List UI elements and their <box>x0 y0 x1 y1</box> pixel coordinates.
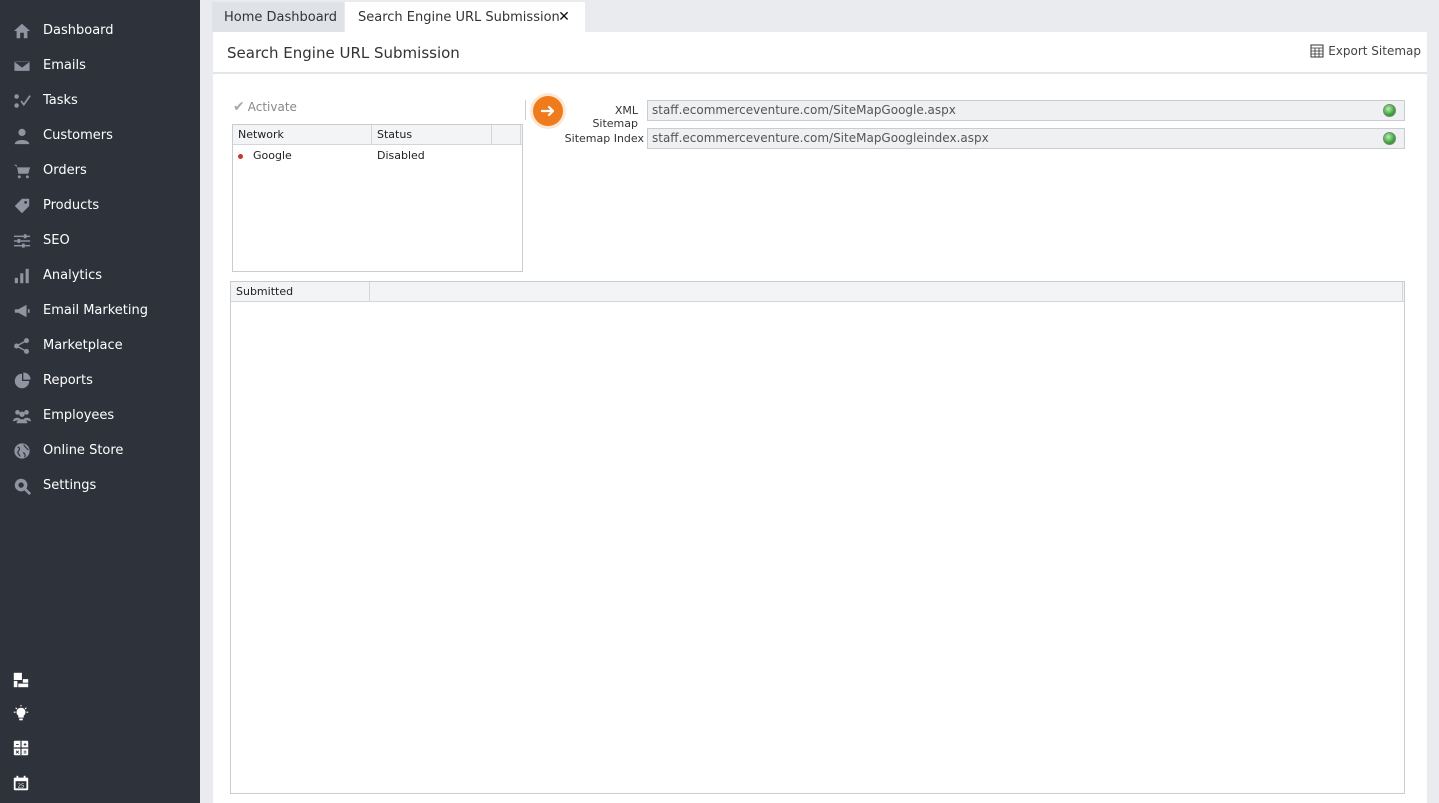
column-header-network[interactable]: Network <box>233 125 372 145</box>
svg-text:25: 25 <box>18 784 25 790</box>
sidebar-item-dashboard[interactable]: Dashboard <box>0 13 200 48</box>
divider <box>525 100 526 120</box>
tab-search-engine-url-submission[interactable]: Search Engine URL Submission ✕ <box>345 2 585 32</box>
calculator-icon[interactable] <box>11 738 31 758</box>
tab-label: Search Engine URL Submission <box>358 9 560 25</box>
submitted-grid: Submitted <box>230 281 1405 794</box>
xml-sitemap-label: XML Sitemap <box>592 104 638 130</box>
sidebar-item-products[interactable]: Products <box>0 188 200 223</box>
arrow-right-icon <box>540 105 555 117</box>
column-header-submitted[interactable]: Submitted <box>231 282 370 302</box>
table-row[interactable]: Google Disabled <box>233 146 522 166</box>
sidebar-item-customers[interactable]: Customers <box>0 118 200 153</box>
sidebar-item-label: Online Store <box>43 443 124 458</box>
sidebar-item-seo[interactable]: SEO <box>0 223 200 258</box>
windows-icon[interactable] <box>11 670 31 690</box>
tasks-icon <box>12 91 32 111</box>
network-cell: Google <box>253 149 292 162</box>
sidebar-item-orders[interactable]: Orders <box>0 153 200 188</box>
export-sitemap-button[interactable]: Export Sitemap <box>1310 44 1421 58</box>
sidebar-item-label: Orders <box>43 163 87 178</box>
network-grid: Network Status Google Disabled <box>232 124 523 272</box>
sidebar-item-marketplace[interactable]: Marketplace <box>0 328 200 363</box>
pie-chart-icon <box>12 371 32 391</box>
sitemap-index-label: Sitemap Index <box>564 132 644 145</box>
users-icon <box>12 406 32 426</box>
sidebar-item-label: Analytics <box>43 268 103 283</box>
check-icon: ✔ <box>233 99 245 115</box>
envelope-icon <box>12 56 32 76</box>
sidebar-item-emails[interactable]: Emails <box>0 48 200 83</box>
sidebar-item-online-store[interactable]: Online Store <box>0 433 200 468</box>
sidebar: Dashboard Emails Tasks Customers Orders … <box>0 0 200 803</box>
xml-sitemap-value: staff.ecommerceventure.com/SiteMapGoogle… <box>652 103 956 117</box>
tag-icon <box>12 196 32 216</box>
sidebar-item-employees[interactable]: Employees <box>0 398 200 433</box>
spreadsheet-icon <box>1310 44 1324 58</box>
status-dot-icon <box>238 154 243 159</box>
user-icon <box>12 126 32 146</box>
sitemap-index-field[interactable]: staff.ecommerceventure.com/SiteMapGoogle… <box>647 128 1405 149</box>
sidebar-item-settings[interactable]: Settings <box>0 468 200 503</box>
column-header-extra <box>370 282 1403 302</box>
column-header-extra <box>492 125 521 145</box>
activate-button[interactable]: ✔ Activate <box>233 99 297 115</box>
globe-icon <box>12 441 32 461</box>
sidebar-item-label: Reports <box>43 373 93 388</box>
bar-chart-icon <box>12 266 32 286</box>
sidebar-item-label: Tasks <box>43 93 78 108</box>
xml-sitemap-field[interactable]: staff.ecommerceventure.com/SiteMapGoogle… <box>647 100 1405 121</box>
calendar-icon[interactable]: 25 <box>11 773 31 793</box>
globe-icon[interactable] <box>1383 132 1396 145</box>
panel-header: Search Engine URL Submission Export Site… <box>213 32 1427 74</box>
export-sitemap-label: Export Sitemap <box>1328 44 1421 58</box>
main-panel: Search Engine URL Submission Export Site… <box>213 32 1427 803</box>
sidebar-item-label: Emails <box>43 58 86 73</box>
tab-label: Home Dashboard <box>224 9 338 25</box>
sidebar-item-label: Settings <box>43 478 97 493</box>
activate-label: Activate <box>247 100 297 114</box>
sidebar-item-label: Dashboard <box>43 23 114 38</box>
sidebar-item-label: SEO <box>43 233 70 248</box>
status-cell: Disabled <box>377 149 425 162</box>
tab-home-dashboard[interactable]: Home Dashboard <box>212 2 344 32</box>
sidebar-item-label: Customers <box>43 128 113 143</box>
gear-icon <box>12 476 32 496</box>
cart-icon <box>12 161 32 181</box>
globe-icon[interactable] <box>1383 104 1396 117</box>
lightbulb-icon[interactable] <box>11 704 31 724</box>
share-icon <box>12 336 32 356</box>
submit-arrow-button[interactable] <box>533 96 563 126</box>
sidebar-item-email-marketing[interactable]: Email Marketing <box>0 293 200 328</box>
home-icon <box>12 21 32 41</box>
grid-header: Network Status <box>233 125 522 145</box>
page-title: Search Engine URL Submission <box>227 44 460 62</box>
sidebar-item-analytics[interactable]: Analytics <box>0 258 200 293</box>
sidebar-item-reports[interactable]: Reports <box>0 363 200 398</box>
grid-header: Submitted <box>231 282 1404 302</box>
sidebar-item-label: Employees <box>43 408 115 423</box>
sidebar-item-label: Email Marketing <box>43 303 148 318</box>
sliders-icon <box>12 231 32 251</box>
column-header-status[interactable]: Status <box>372 125 492 145</box>
sitemap-index-value: staff.ecommerceventure.com/SiteMapGoogle… <box>652 131 989 145</box>
sidebar-item-label: Marketplace <box>43 338 123 353</box>
sidebar-item-tasks[interactable]: Tasks <box>0 83 200 118</box>
close-icon[interactable]: ✕ <box>557 10 571 24</box>
megaphone-icon <box>12 301 32 321</box>
sidebar-item-label: Products <box>43 198 100 213</box>
